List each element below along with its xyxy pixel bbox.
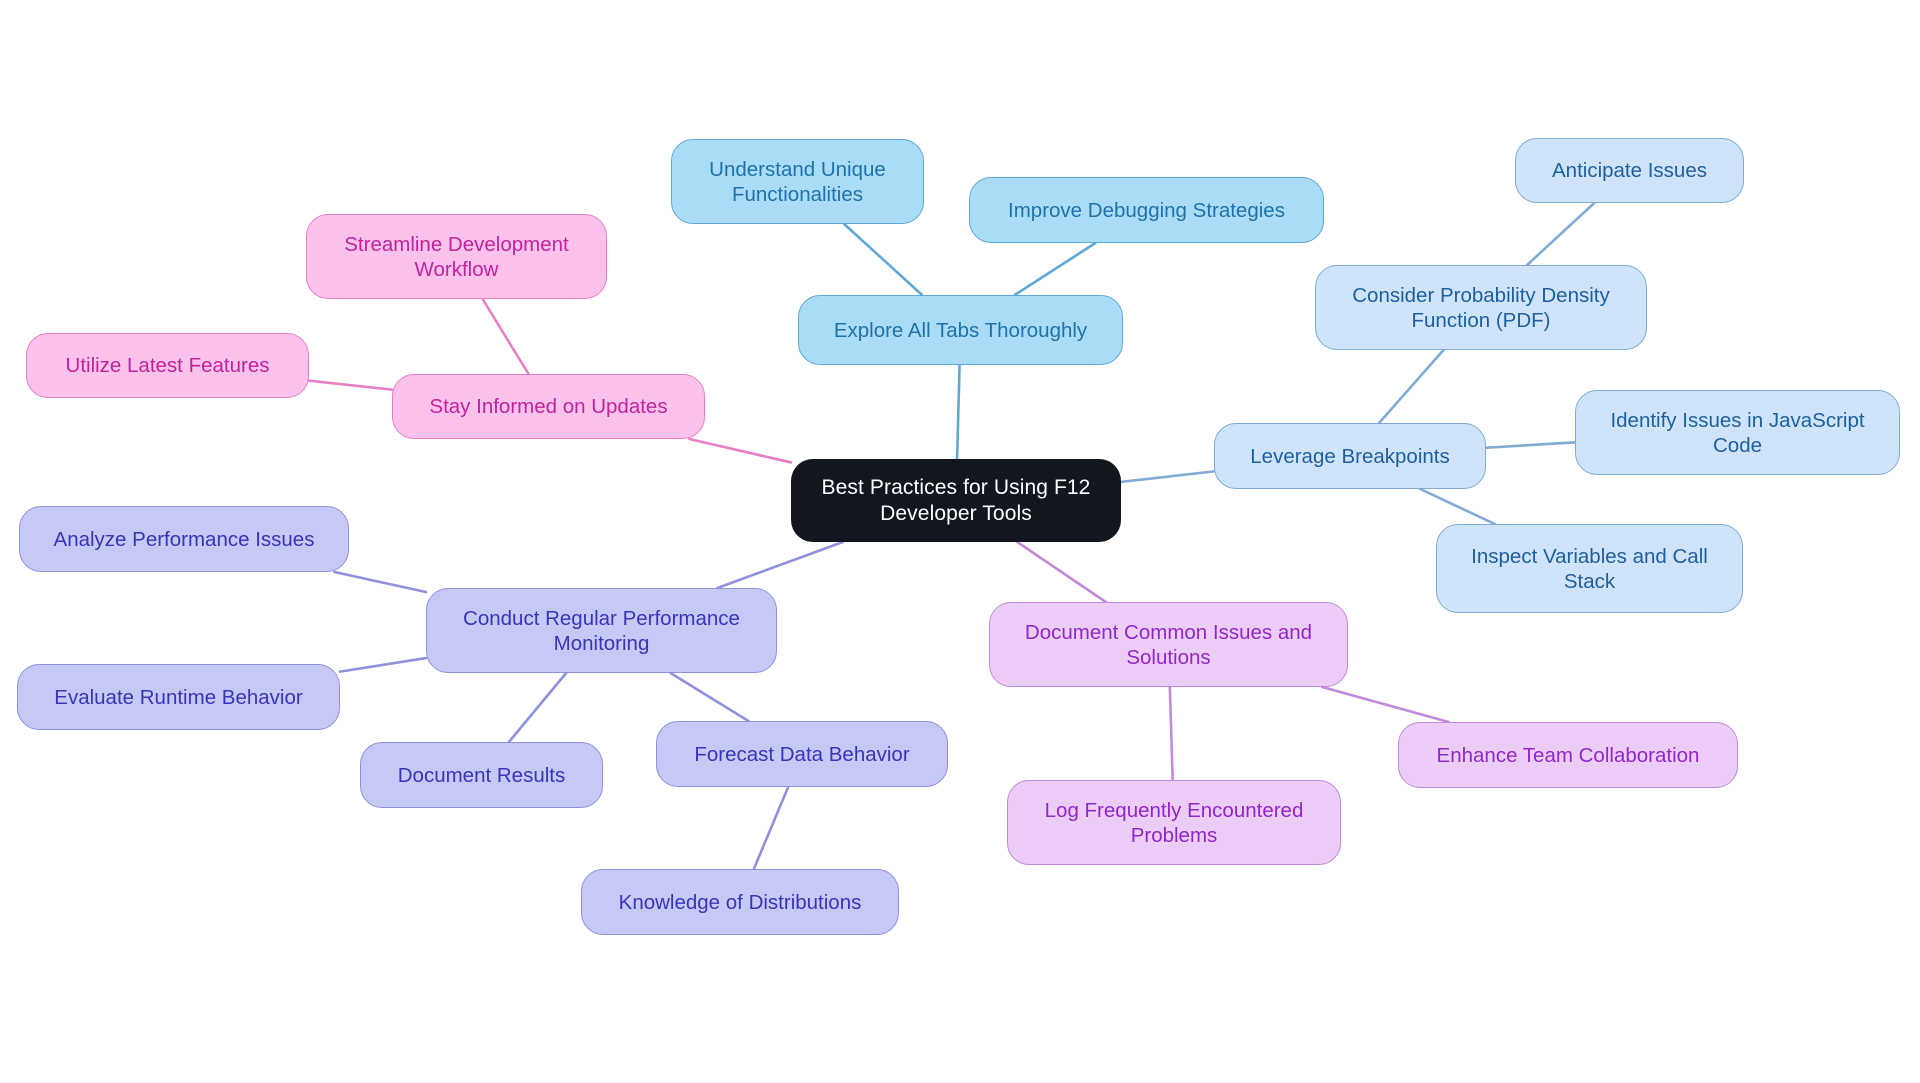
- connector-line: [1119, 470, 1216, 484]
- connector-line: [338, 656, 428, 673]
- node-label: Leverage Breakpoints: [1250, 444, 1450, 468]
- node-label: Stay Informed on Updates: [429, 395, 668, 418]
- node-inspect-variables-and-call-stack[interactable]: Inspect Variables and Call Stack: [1436, 524, 1743, 613]
- node-label: Inspect Variables and Call Stack: [1471, 544, 1708, 593]
- node-label: Conduct Regular Performance Monitoring: [463, 606, 740, 655]
- node-label: Document Results: [397, 763, 566, 787]
- node-analyze-performance-issues[interactable]: Analyze Performance Issues: [19, 506, 349, 572]
- node-improve-debugging-strategies[interactable]: Improve Debugging Strategies: [969, 177, 1324, 243]
- connector-line: [1377, 348, 1445, 425]
- node-evaluate-runtime-behavior[interactable]: Evaluate Runtime Behavior: [17, 664, 340, 730]
- node-label: Anticipate Issues: [1552, 159, 1707, 182]
- connector-line: [688, 437, 793, 464]
- root-node-root[interactable]: Best Practices for Using F12 Developer T…: [791, 459, 1121, 542]
- node-label: Analyze Performance Issues: [53, 527, 315, 551]
- node-understand-unique-functionalities[interactable]: Understand Unique Functionalities: [671, 139, 924, 224]
- connector-line: [481, 297, 530, 376]
- connector-line: [1418, 487, 1497, 526]
- node-label: Log Frequently Encountered Problems: [1044, 798, 1304, 847]
- node-label: Knowledge of Distributions: [618, 890, 862, 914]
- node-anticipate-issues[interactable]: Anticipate Issues: [1515, 138, 1744, 203]
- node-forecast-data-behavior[interactable]: Forecast Data Behavior: [656, 721, 948, 787]
- node-label: Document Common Issues and Solutions: [1024, 620, 1313, 669]
- node-label: Explore All Tabs Thoroughly: [833, 318, 1088, 342]
- node-label: Consider Probability Density Function (P…: [1352, 283, 1610, 332]
- node-leverage-breakpoints[interactable]: Leverage Breakpoints: [1214, 423, 1486, 489]
- connector-line: [1015, 540, 1108, 604]
- connector-line: [307, 379, 394, 391]
- connector-line: [669, 671, 750, 723]
- connector-line: [842, 222, 924, 297]
- connector-line: [752, 785, 790, 871]
- connector-line: [1013, 241, 1097, 297]
- connector-line: [1525, 201, 1596, 267]
- node-label: Forecast Data Behavior: [694, 742, 910, 766]
- connector-line: [1320, 685, 1450, 724]
- node-label: Improve Debugging Strategies: [1008, 198, 1285, 222]
- node-consider-probability-density-function[interactable]: Consider Probability Density Function (P…: [1315, 265, 1647, 350]
- node-streamline-development-workflow[interactable]: Streamline Development Workflow: [306, 214, 607, 299]
- node-document-results[interactable]: Document Results: [360, 742, 603, 808]
- connector-line: [507, 671, 568, 744]
- node-label: Identify Issues in JavaScript Code: [1610, 408, 1865, 457]
- node-label: Utilize Latest Features: [65, 354, 270, 377]
- node-conduct-regular-performance-monitoring[interactable]: Conduct Regular Performance Monitoring: [426, 588, 777, 673]
- mindmap-canvas: Best Practices for Using F12 Developer T…: [0, 0, 1920, 1083]
- node-identify-issues-in-javascript-code[interactable]: Identify Issues in JavaScript Code: [1575, 390, 1900, 475]
- node-utilize-latest-features[interactable]: Utilize Latest Features: [26, 333, 309, 398]
- node-label: Best Practices for Using F12 Developer T…: [821, 475, 1091, 525]
- node-stay-informed-on-updates[interactable]: Stay Informed on Updates: [392, 374, 705, 439]
- node-label: Evaluate Runtime Behavior: [54, 685, 303, 709]
- connector-line: [1168, 685, 1174, 782]
- connector-line: [333, 570, 428, 594]
- node-label: Enhance Team Collaboration: [1436, 743, 1700, 767]
- node-explore-all-tabs[interactable]: Explore All Tabs Thoroughly: [798, 295, 1123, 365]
- connector-line: [1484, 441, 1577, 450]
- node-log-frequently-encountered-problems[interactable]: Log Frequently Encountered Problems: [1007, 780, 1341, 865]
- node-label: Understand Unique Functionalities: [709, 157, 886, 206]
- node-document-common-issues-and-solutions[interactable]: Document Common Issues and Solutions: [989, 602, 1348, 687]
- node-label: Streamline Development Workflow: [344, 232, 569, 281]
- node-knowledge-of-distributions[interactable]: Knowledge of Distributions: [581, 869, 899, 935]
- connector-line: [716, 540, 845, 590]
- connector-line: [955, 363, 961, 461]
- node-enhance-team-collaboration[interactable]: Enhance Team Collaboration: [1398, 722, 1738, 788]
